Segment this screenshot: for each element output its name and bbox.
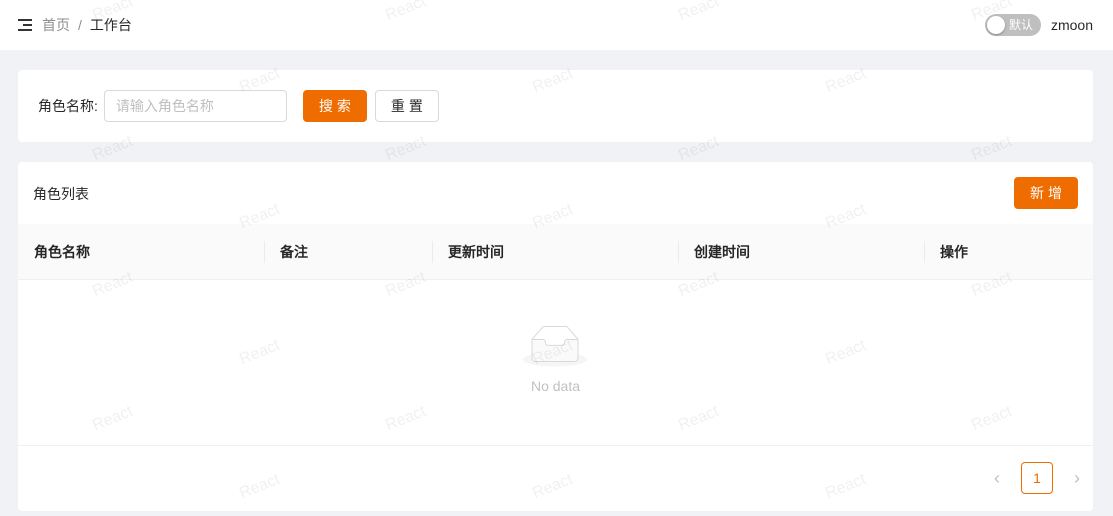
empty-text: No data <box>530 378 581 394</box>
search-button[interactable]: 搜索 <box>302 90 367 122</box>
search-card: 角色名称: 搜索 重置 <box>18 70 1093 142</box>
breadcrumb-current: 工作台 <box>89 17 132 33</box>
role-name-input[interactable] <box>103 90 287 122</box>
table-header: 角色名称 备注 更新时间 创建时间 操作 <box>18 224 1093 280</box>
page-item-1[interactable]: 1 <box>1021 462 1053 494</box>
next-page-icon[interactable]: › <box>1061 462 1093 494</box>
empty-inbox-icon <box>523 326 587 367</box>
role-list-card: 角色列表 新增 角色名称 备注 更新时间 创建时间 操作 No data ‹ 1… <box>18 162 1093 511</box>
role-name-label: 角色名称: <box>38 98 98 114</box>
breadcrumb-separator: / <box>78 17 82 33</box>
column-header-role-name: 角色名称 <box>34 243 90 260</box>
top-header: 首页 / 工作台 默认 zmoon <box>0 0 1113 50</box>
prev-page-icon[interactable]: ‹ <box>981 462 1013 494</box>
reset-button[interactable]: 重置 <box>374 90 439 122</box>
role-table: 角色名称 备注 更新时间 创建时间 操作 No data <box>18 224 1093 446</box>
menu-fold-icon[interactable] <box>18 19 32 31</box>
username[interactable]: zmoon <box>1051 17 1093 33</box>
role-list-title: 角色列表 <box>33 186 89 202</box>
switch-knob <box>986 16 1005 34</box>
header-right: 默认 zmoon <box>984 14 1093 36</box>
theme-switch-label: 默认 <box>1008 18 1033 32</box>
column-header-update-time: 更新时间 <box>432 224 678 279</box>
breadcrumb-home[interactable]: 首页 <box>42 15 70 35</box>
pagination: ‹ 1 › <box>981 462 1093 494</box>
breadcrumb: 首页 / 工作台 <box>42 15 132 35</box>
column-header-actions: 操作 <box>924 224 1093 279</box>
table-empty-body: No data <box>18 280 1093 446</box>
column-header-create-time: 创建时间 <box>678 224 924 279</box>
add-button[interactable]: 新增 <box>1014 177 1078 209</box>
theme-switch[interactable]: 默认 <box>984 14 1041 36</box>
column-header-remark: 备注 <box>264 224 432 279</box>
